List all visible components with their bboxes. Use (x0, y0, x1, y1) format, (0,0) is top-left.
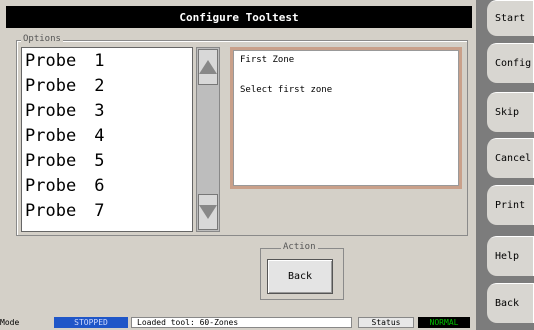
config-button[interactable]: Config (487, 43, 534, 83)
start-button[interactable]: Start (487, 0, 534, 36)
mode-badge: STOPPED (54, 317, 128, 328)
probe-number: 7 (94, 200, 105, 221)
list-item[interactable]: Probe 3 (22, 98, 192, 123)
probe-number: 1 (94, 50, 105, 71)
list-item[interactable]: Probe 7 (22, 198, 192, 223)
probe-label: Probe (25, 50, 77, 71)
zone-instruction: Select first zone (240, 85, 333, 95)
arrow-up-icon (199, 60, 217, 74)
status-bar: Mode STOPPED Loaded tool: 60-Zones Statu… (0, 314, 476, 330)
probe-label: Probe (25, 200, 77, 221)
probe-label: Probe (25, 75, 77, 96)
probe-number: 2 (94, 75, 105, 96)
status-label: Status (358, 317, 414, 328)
skip-button[interactable]: Skip (487, 92, 534, 132)
probe-list[interactable]: Probe 1 Probe 2 Probe 3 Probe 4 Probe 5 … (21, 47, 193, 232)
zone-info-text-area: First Zone Select first zone (233, 50, 459, 186)
list-item[interactable]: Probe 1 (22, 48, 192, 73)
scroll-up-button[interactable] (198, 49, 218, 85)
probe-number: 4 (94, 125, 105, 146)
probe-label: Probe (25, 100, 77, 121)
zone-title: First Zone (240, 55, 295, 65)
action-group: Action Back (260, 242, 344, 300)
list-item[interactable]: Probe 4 (22, 123, 192, 148)
list-item[interactable]: Probe 5 (22, 148, 192, 173)
zone-info-panel: First Zone Select first zone (230, 47, 462, 189)
main-panel: Configure Tooltest Options Probe 1 Probe… (0, 0, 476, 311)
list-item[interactable]: Probe 6 (22, 173, 192, 198)
probe-number: 3 (94, 100, 105, 121)
probe-label: Probe (25, 150, 77, 171)
cancel-button[interactable]: Cancel (487, 138, 534, 178)
window-title: Configure Tooltest (6, 6, 472, 28)
probe-label: Probe (25, 125, 77, 146)
probe-label: Probe (25, 175, 77, 196)
sidebar-back-button[interactable]: Back (487, 283, 534, 323)
list-item[interactable]: Probe 2 (22, 73, 192, 98)
options-caption: Options (21, 34, 63, 44)
probe-number: 6 (94, 175, 105, 196)
probe-list-scrollbar[interactable] (196, 47, 220, 232)
probe-number: 5 (94, 150, 105, 171)
status-badge: NORMAL (418, 317, 470, 328)
command-sidebar: Start Config Skip Cancel Print Help Back (476, 0, 534, 330)
status-message: Loaded tool: 60-Zones (131, 317, 352, 328)
action-caption: Action (281, 242, 318, 252)
help-button[interactable]: Help (487, 236, 534, 276)
scroll-down-button[interactable] (198, 194, 218, 230)
arrow-down-icon (199, 205, 217, 219)
back-button[interactable]: Back (267, 259, 333, 294)
print-button[interactable]: Print (487, 185, 534, 225)
mode-label: Mode (0, 318, 20, 327)
